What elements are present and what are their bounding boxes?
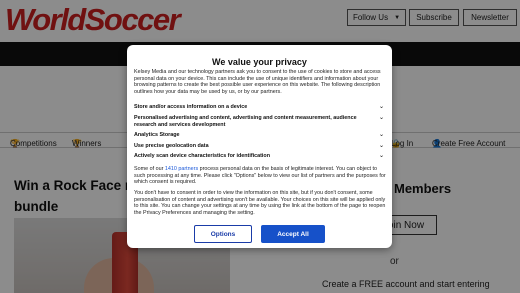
chevron-down-icon[interactable]: ⌄ [379,143,384,150]
chevron-down-icon[interactable]: ⌄ [379,132,384,139]
options-button[interactable]: Options [194,225,252,243]
purpose-label: Personalised advertising and content, ad… [134,115,357,128]
consent-title: We value your privacy [212,57,307,67]
partners-text-start: Some of our [134,166,165,172]
consent-footer-text: You don't have to consent in order to vi… [134,190,386,216]
purpose-label: Analytics Storage [134,132,180,138]
purpose-item[interactable]: Analytics Storage ⌄ [134,132,384,139]
partners-text: Some of our 1410 partners process person… [134,166,386,186]
chevron-down-icon[interactable]: ⌄ [379,115,384,122]
consent-intro: Kelsey Media and our technology partners… [134,69,381,95]
purpose-label: Actively scan device characteristics for… [134,153,271,159]
chevron-down-icon[interactable]: ⌄ [379,104,384,111]
purpose-label: Store and/or access information on a dev… [134,104,248,110]
accept-all-button[interactable]: Accept All [261,225,325,243]
purpose-item[interactable]: Personalised advertising and content, ad… [134,115,384,128]
chevron-down-icon[interactable]: ⌄ [379,153,384,160]
purpose-item[interactable]: Use precise geolocation data ⌄ [134,143,384,150]
consent-dialog: We value your privacy Kelsey Media and o… [127,45,392,248]
page: WorldSoccer Follow Us ▼ Subscribe Newsle… [0,0,520,293]
purpose-label: Use precise geolocation data [134,143,209,149]
partners-link[interactable]: 1410 partners [165,166,198,172]
purpose-item[interactable]: Actively scan device characteristics for… [134,153,384,160]
purpose-item[interactable]: Store and/or access information on a dev… [134,104,384,111]
